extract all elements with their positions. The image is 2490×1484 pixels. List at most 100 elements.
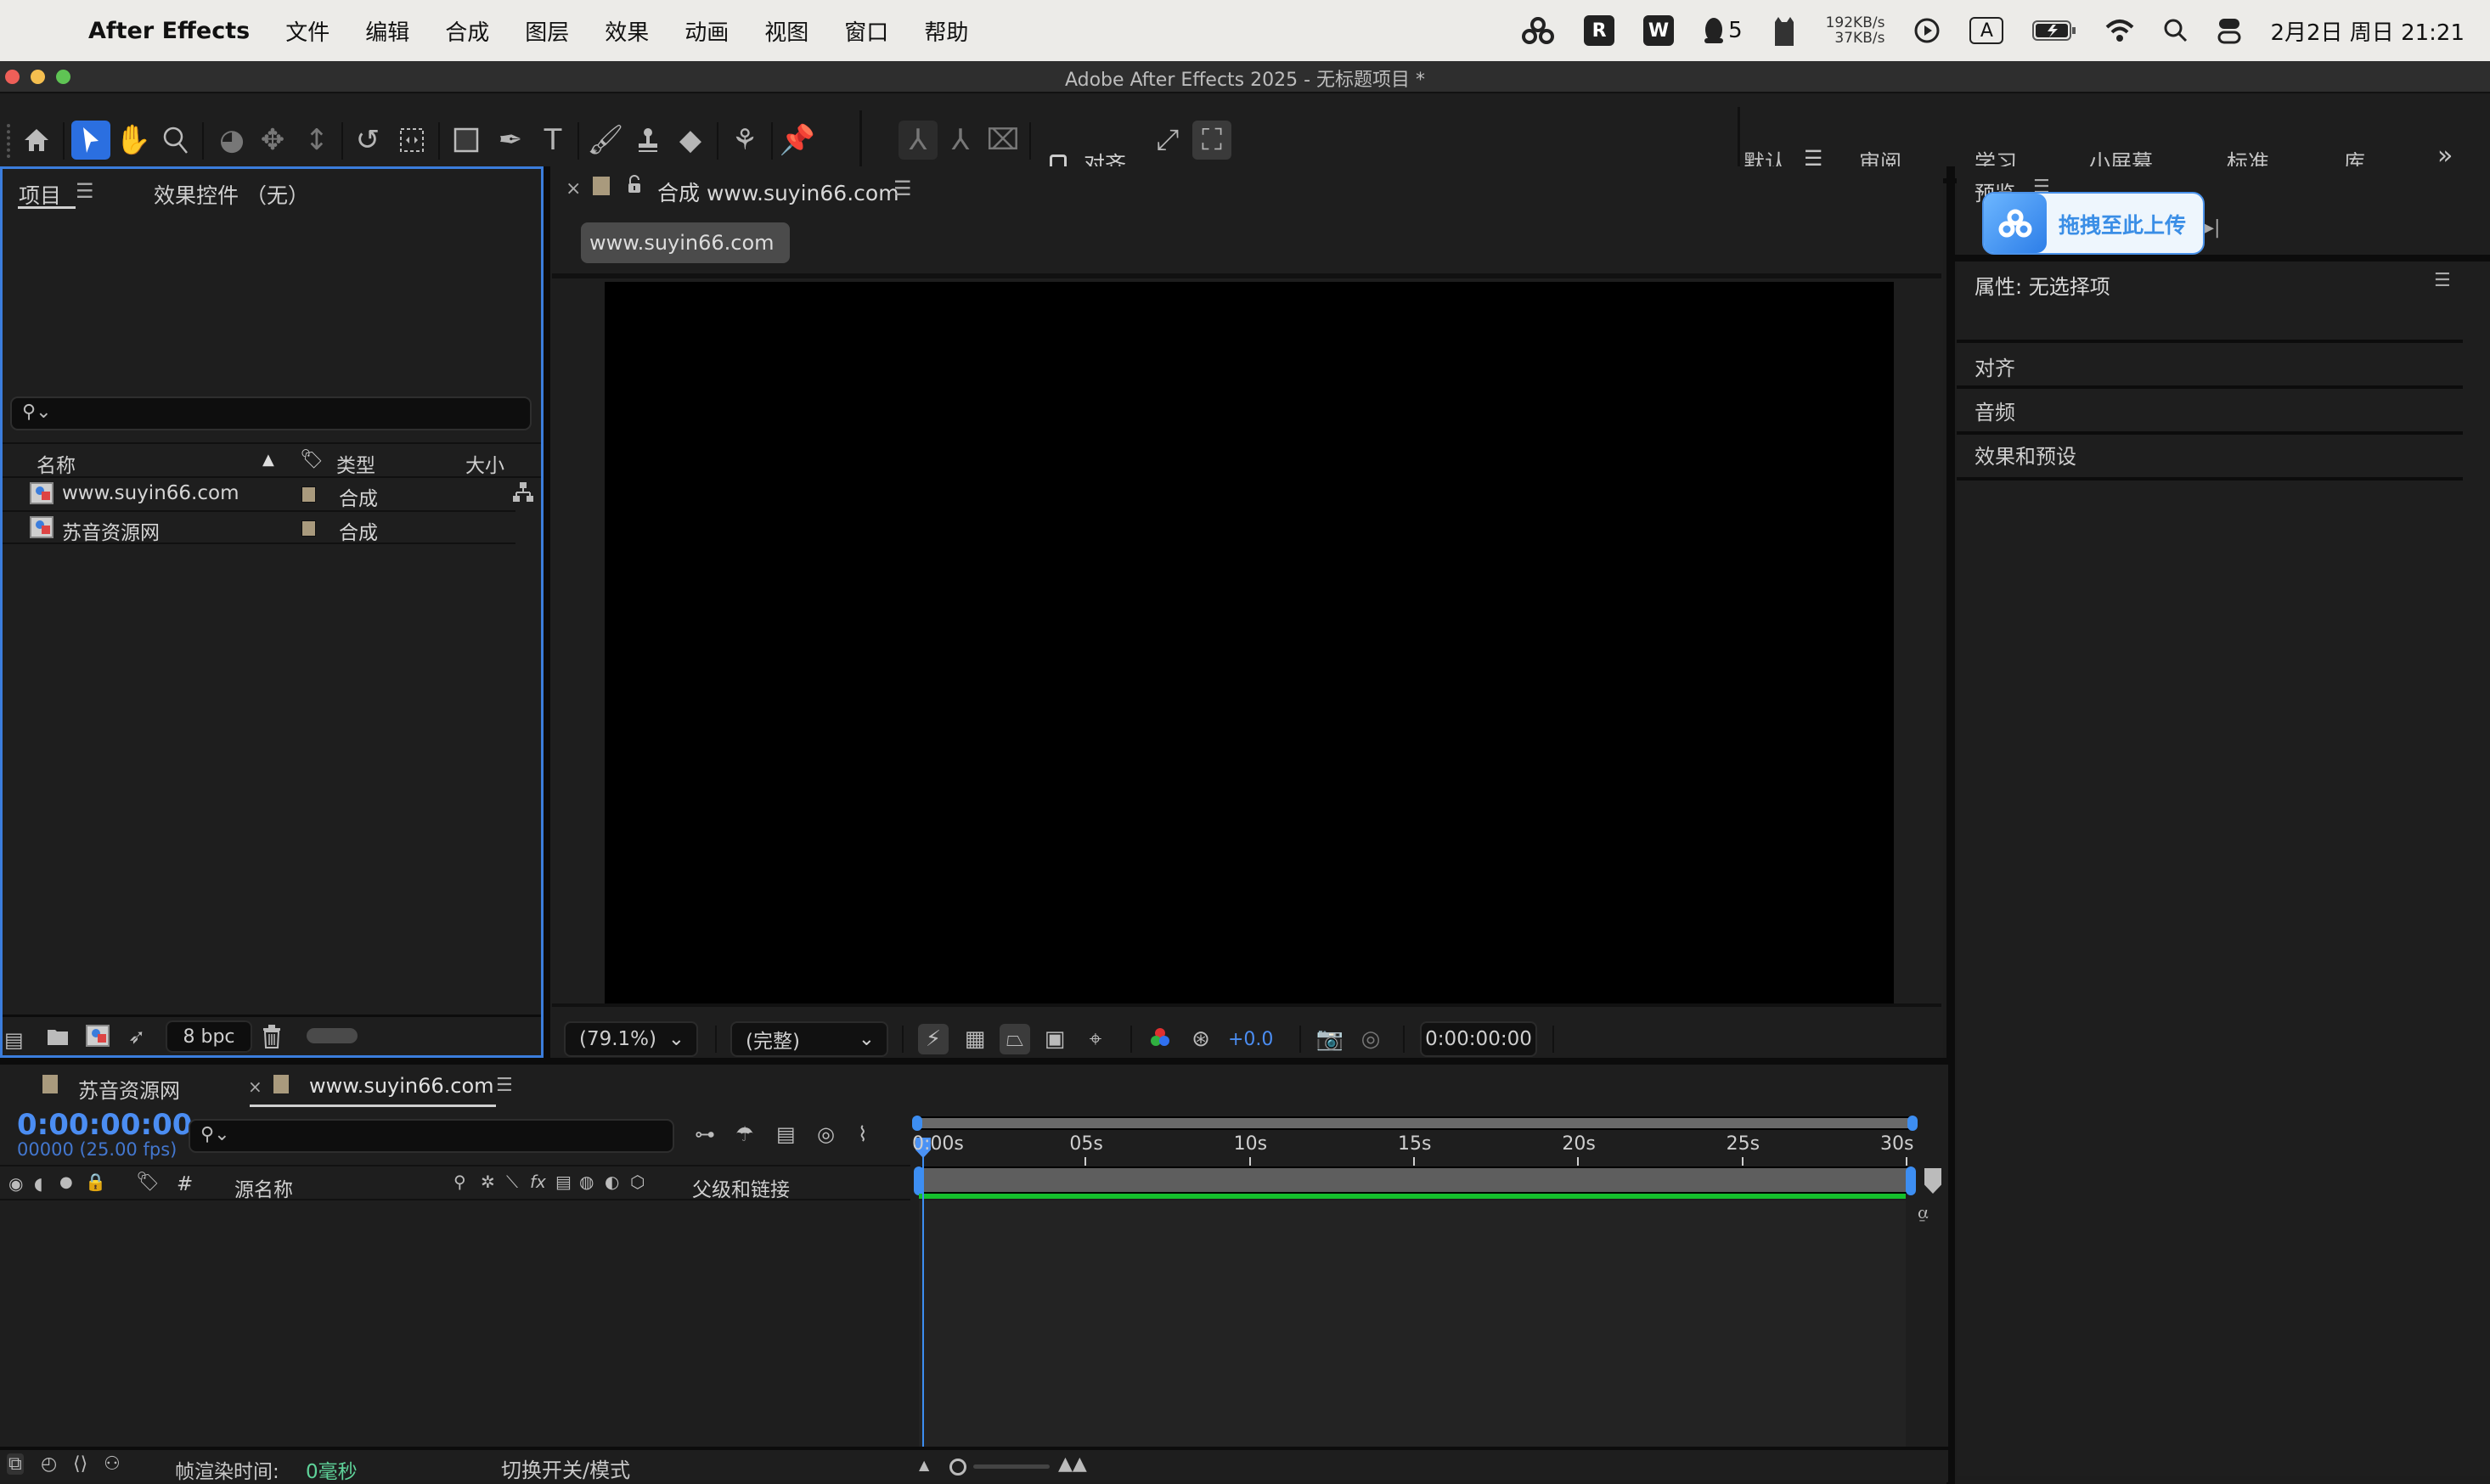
timeline-search-input[interactable]: ⚲⌄ — [189, 1119, 674, 1153]
menu-layer[interactable]: 图层 — [525, 15, 569, 47]
menu-animation[interactable]: 动画 — [684, 15, 729, 47]
panel-audio[interactable]: 音频 — [1975, 396, 2015, 425]
new-folder-icon[interactable] — [47, 1026, 69, 1052]
world-axis-icon[interactable]: ⅄ — [941, 121, 980, 160]
grid-guides-icon[interactable]: ⌖ — [1080, 1024, 1111, 1054]
frame-blending-icon[interactable]: ▤ — [776, 1122, 796, 1146]
baidu-netdisk-icon[interactable] — [1521, 15, 1555, 46]
duration-end-handle[interactable] — [1906, 1166, 1916, 1195]
toggle-switches-modes-button[interactable]: 切换开关/模式 — [501, 1453, 630, 1483]
column-parent-link[interactable]: 父级和链接 — [692, 1173, 790, 1202]
column-name[interactable]: 名称 — [37, 449, 76, 478]
new-composition-icon[interactable] — [86, 1025, 110, 1050]
snap-feather-icon[interactable]: ⤢ — [1148, 121, 1187, 160]
column-source-name[interactable]: 源名称 — [234, 1173, 293, 1202]
mask-path-visibility-icon[interactable]: ⏢ — [1000, 1024, 1030, 1054]
shy-layers-icon[interactable]: ☂ — [735, 1122, 754, 1146]
work-area-end-handle[interactable] — [1907, 1116, 1918, 1131]
current-time-display[interactable]: 0:00:00:00 — [17, 1108, 192, 1142]
viewer-timecode[interactable]: 0:00:00:00 — [1420, 1021, 1537, 1057]
work-area-start-handle[interactable] — [912, 1116, 922, 1131]
render-queue-rocket-icon[interactable]: ➶ — [128, 1025, 145, 1048]
layer-switches-toggle-icon[interactable]: ⧉ — [7, 1453, 24, 1475]
control-center-icon[interactable] — [2217, 15, 2241, 46]
home-icon[interactable] — [17, 121, 56, 160]
timeline-tab-suyin66[interactable]: www.suyin66.com — [309, 1074, 494, 1098]
eraser-tool-icon[interactable]: ◆ — [671, 121, 710, 160]
region-of-interest-icon[interactable]: ▣ — [1039, 1024, 1070, 1054]
viewer-tab-title[interactable]: 合成 www.suyin66.com — [657, 177, 899, 207]
lock-open-icon[interactable] — [627, 175, 642, 199]
motion-blur-switch-icon[interactable]: ◍ — [579, 1172, 594, 1192]
interpret-footage-icon[interactable]: ▤ — [4, 1028, 24, 1052]
close-tab-icon[interactable]: × — [248, 1076, 262, 1097]
viewer-panel-menu-icon[interactable]: ☰ — [893, 177, 912, 200]
close-tab-icon[interactable]: × — [566, 178, 581, 200]
thumbnail-size-slider[interactable] — [307, 1028, 358, 1043]
label-tag-icon[interactable]: 🏷 — [136, 1172, 160, 1193]
panel-divider[interactable] — [1953, 255, 2490, 261]
lock-icon[interactable]: 🔒 — [85, 1172, 106, 1192]
graph-editor-icon[interactable]: ⌇ — [858, 1122, 868, 1146]
in-out-toggle-icon[interactable]: ⟨⟩ — [73, 1453, 87, 1475]
time-zoom-slider-handle[interactable] — [949, 1459, 966, 1476]
selection-tool-icon[interactable] — [71, 121, 110, 160]
menu-effect[interactable]: 效果 — [605, 15, 649, 47]
type-tool-icon[interactable]: T — [533, 121, 572, 160]
snapshot-camera-icon[interactable]: 📷 — [1315, 1024, 1345, 1054]
timeline-menu-icon[interactable]: ☰ — [496, 1075, 513, 1096]
toolbar-grip[interactable] — [7, 124, 10, 158]
bit-depth-button[interactable]: 8 bpc — [166, 1020, 252, 1053]
r-app-icon[interactable]: R — [1584, 15, 1615, 46]
video-visibility-icon[interactable]: ◉ — [8, 1173, 23, 1194]
layer-list-area[interactable] — [0, 1200, 910, 1447]
panel-divider[interactable] — [0, 1058, 1948, 1065]
panel-align[interactable]: 对齐 — [1975, 351, 2015, 381]
project-item-row[interactable]: 苏音资源网 合成 — [3, 512, 515, 544]
baidu-upload-overlay[interactable]: 拖拽至此上传 — [1982, 192, 2205, 255]
datetime[interactable]: 2月2日 周日 21:21 — [2270, 15, 2465, 47]
spotlight-search-icon[interactable] — [2163, 15, 2189, 46]
column-layer-number[interactable]: # — [177, 1173, 193, 1195]
wps-icon[interactable]: W — [1643, 15, 1675, 46]
hand-tool-icon[interactable]: ✋ — [114, 121, 153, 160]
menu-file[interactable]: 文件 — [285, 15, 330, 47]
comp-breadcrumb[interactable]: www.suyin66.com — [581, 222, 790, 263]
label-color-chip[interactable] — [301, 520, 316, 537]
motion-blur-icon[interactable]: ◎ — [817, 1122, 835, 1146]
flowchart-icon[interactable] — [512, 481, 534, 509]
menu-view[interactable]: 视图 — [764, 15, 808, 47]
menu-edit[interactable]: 编辑 — [365, 15, 409, 47]
trash-icon[interactable] — [262, 1025, 281, 1052]
shy-switch-icon[interactable]: ⚲ — [453, 1172, 466, 1192]
properties-menu-icon[interactable]: ☰ — [2434, 270, 2451, 291]
project-panel-menu-icon[interactable]: ☰ — [76, 179, 94, 203]
play-to-end-icon[interactable]: ▸| — [2205, 217, 2220, 239]
orbit-camera-icon[interactable]: ◕ — [212, 121, 251, 160]
current-time-indicator[interactable] — [922, 1138, 924, 1448]
label-color-chip[interactable] — [301, 486, 316, 503]
puppet-pin-tool-icon[interactable]: 📌 — [778, 121, 817, 160]
collapse-switch-icon[interactable]: ✲ — [481, 1172, 495, 1192]
brush-tool-icon[interactable]: 🖌 — [586, 121, 625, 160]
apple-icon[interactable] — [29, 16, 54, 45]
menu-help[interactable]: 帮助 — [924, 15, 968, 47]
show-snapshot-icon[interactable]: ◎ — [1355, 1024, 1386, 1054]
rectangle-tool-icon[interactable] — [447, 121, 486, 160]
comp-duration-bar[interactable] — [919, 1166, 1911, 1194]
tab-effect-controls[interactable]: 效果控件 （无） — [154, 179, 309, 210]
tab-project[interactable]: 项目 — [19, 179, 61, 210]
resolution-dropdown[interactable]: (完整) ⌄ — [730, 1021, 888, 1057]
timeline-tab-suyin[interactable]: 苏音资源网 — [78, 1074, 180, 1104]
anchor-point-tool-icon[interactable] — [392, 121, 431, 160]
composition-flowchart-icon[interactable]: ⊶ — [695, 1122, 715, 1146]
project-item-row[interactable]: www.suyin66.com 合成 — [3, 478, 515, 510]
effect-switch-icon[interactable]: fx — [530, 1172, 546, 1192]
timeline-track-area[interactable] — [919, 1200, 1906, 1447]
menu-window[interactable]: 窗口 — [844, 15, 888, 47]
zoom-in-icon[interactable]: ▲▲ — [1058, 1453, 1087, 1475]
panel-divider[interactable] — [544, 166, 550, 1060]
adjustment-layer-switch-icon[interactable]: ◐ — [605, 1172, 619, 1192]
exposure-value[interactable]: +0.0 — [1228, 1029, 1273, 1050]
comp-marker-icon[interactable]: ⍶ — [1918, 1202, 1929, 1223]
